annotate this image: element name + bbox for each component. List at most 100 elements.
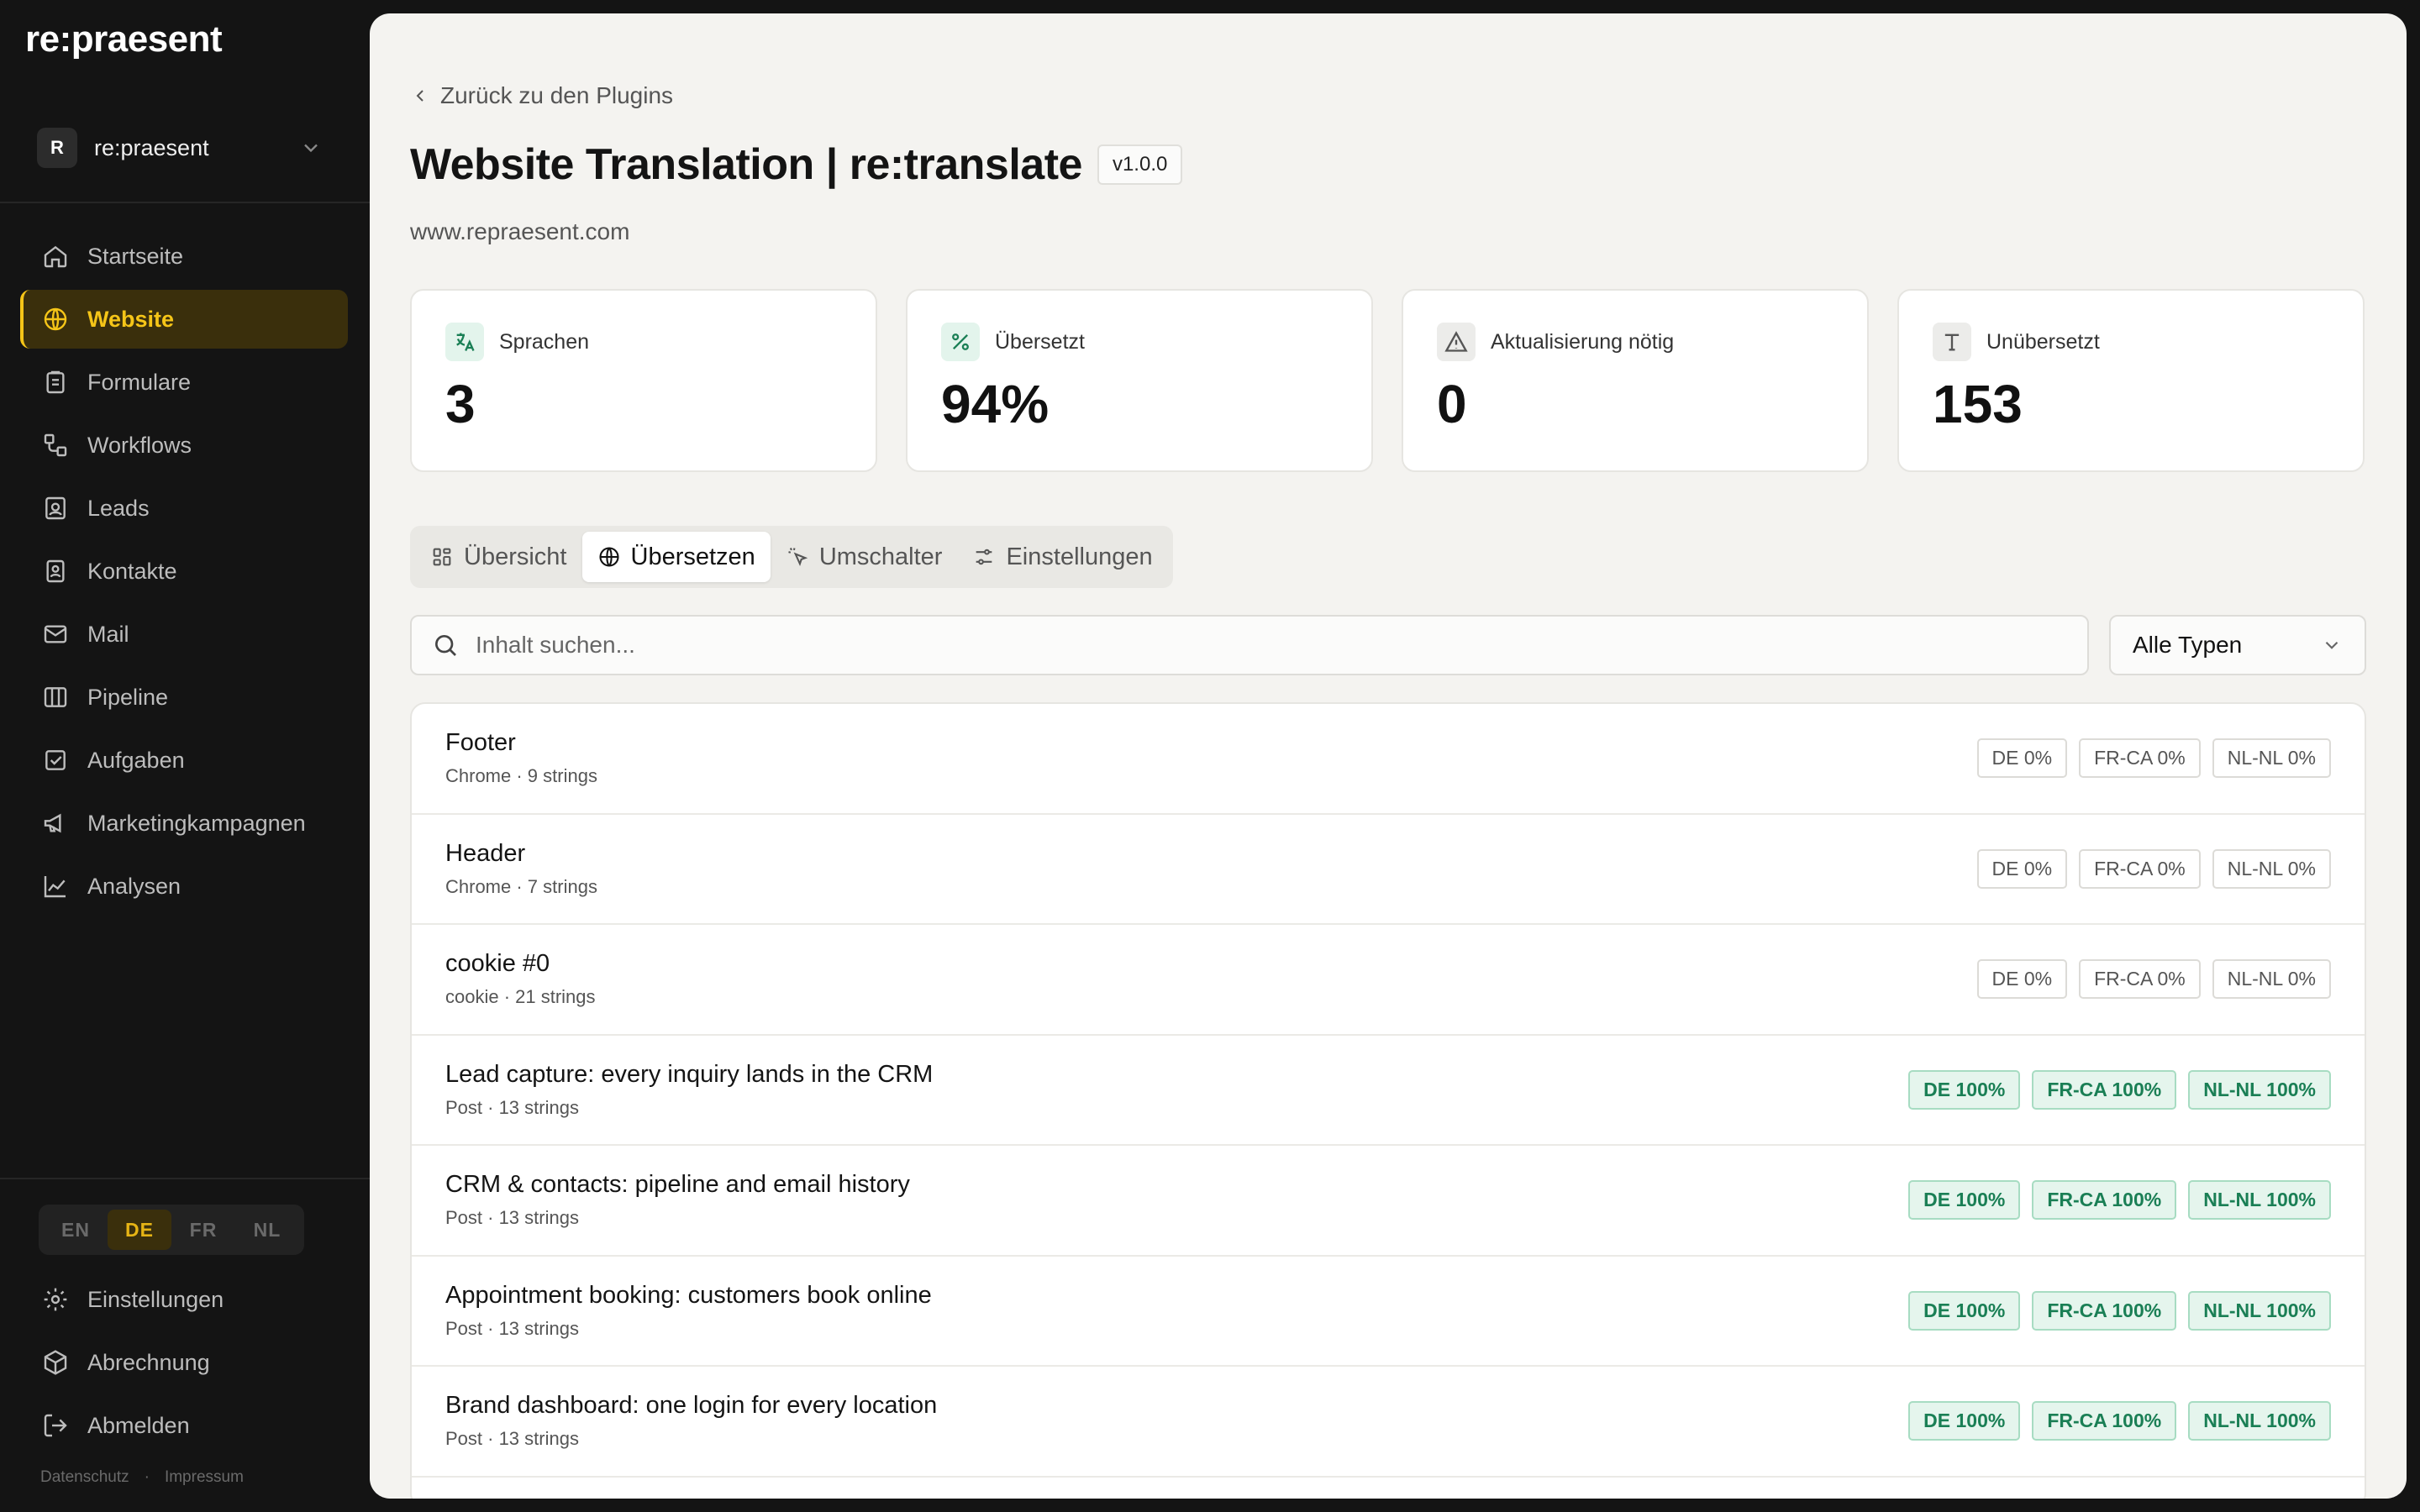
main-nav: Startseite Website Formulare Workflows L… [20, 227, 348, 920]
language-badges: DE 100% FR-CA 100% NL-NL 100% [1908, 1069, 2331, 1110]
legal-links: Datenschutz · Impressum [40, 1468, 244, 1487]
search-icon [435, 635, 456, 656]
nav-item-workflows[interactable]: Workflows [20, 416, 348, 475]
workspace-switcher[interactable]: R re:praesent [20, 118, 339, 178]
nav-label: Pipeline [87, 684, 169, 710]
list-item-meta: Chrome · 9 strings [445, 765, 597, 787]
nav-item-mail[interactable]: Mail [20, 605, 348, 664]
nav-item-kontakte[interactable]: Kontakte [20, 542, 348, 601]
list-item[interactable]: Lead capture: every inquiry lands in the… [412, 1036, 2365, 1146]
globe-icon [598, 547, 619, 567]
language-progress-badge: NL-NL 0% [2212, 959, 2331, 1000]
list-item-meta: cookie · 21 strings [445, 986, 596, 1008]
nav-label: Website [87, 306, 175, 332]
tab-uebersicht[interactable]: Übersicht [415, 532, 582, 582]
divider [0, 202, 370, 203]
grid-icon [433, 548, 451, 566]
nav-label: Marketingkampagnen [87, 810, 306, 836]
lang-fr-button[interactable]: FR [171, 1210, 235, 1250]
nav-item-startseite[interactable]: Startseite [20, 227, 348, 286]
language-progress-badge: FR-CA 0% [2079, 959, 2201, 1000]
home-icon [44, 245, 67, 268]
tab-label: Umschalter [818, 543, 943, 570]
translate-icon [445, 323, 484, 361]
stat-card-aktualisierung: Aktualisierung nötig 0 [1402, 289, 1869, 472]
language-progress-badge: NL-NL 100% [2188, 1180, 2331, 1221]
language-badges: DE 0% FR-CA 0% NL-NL 0% [1976, 738, 2331, 779]
nav-label: Startseite [87, 243, 184, 269]
search-input[interactable] [476, 632, 2067, 659]
list-item[interactable]: Footer Chrome · 9 strings DE 0% FR-CA 0% NL-… [412, 704, 2365, 815]
language-badges: DE 100% FR-CA 100% NL-NL 100% [1908, 1180, 2331, 1221]
brand-logo[interactable]: re:praesent [25, 18, 223, 60]
content-list: Footer Chrome · 9 strings DE 0% FR-CA 0% NL-… [410, 702, 2366, 1499]
nav-item-website[interactable]: Website [20, 290, 348, 349]
bottom-nav: Einstellungen Abrechnung Abmelden [20, 1270, 348, 1459]
nav-item-abrechnung[interactable]: Abrechnung [20, 1333, 348, 1392]
tab-bar: Übersicht Übersetzen Umschalter Einstell… [410, 526, 1173, 588]
contact-icon [46, 559, 65, 583]
logout-icon [44, 1414, 67, 1437]
list-item-text: Brand dashboard: one login for every loc… [445, 1392, 937, 1450]
list-item-title: Lead capture: every inquiry lands in the… [445, 1060, 934, 1088]
globe-icon [44, 307, 67, 331]
lang-de-button[interactable]: DE [108, 1210, 171, 1250]
lang-nl-button[interactable]: NL [235, 1210, 299, 1250]
percent-icon [941, 323, 980, 361]
back-to-plugins-link[interactable]: Zurück zu den Plugins [410, 82, 673, 109]
list-item-text: Footer Chrome · 9 strings [445, 729, 597, 787]
lead-icon [45, 496, 66, 520]
language-progress-badge: NL-NL 100% [2188, 1069, 2331, 1110]
list-item-title: cookie #0 [445, 950, 550, 978]
nav-label: Leads [87, 495, 150, 521]
separator: · [144, 1468, 150, 1486]
box-icon [44, 1350, 67, 1375]
language-progress-badge: FR-CA 100% [2032, 1401, 2177, 1441]
nav-item-marketingkampagnen[interactable]: Marketingkampagnen [20, 794, 348, 853]
language-progress-badge: FR-CA 100% [2032, 1290, 2177, 1331]
lang-en-button[interactable]: EN [44, 1210, 108, 1250]
language-progress-badge: DE 0% [1976, 738, 2068, 779]
chevron-left-icon [416, 90, 424, 102]
logout-button[interactable]: Abmelden [20, 1396, 348, 1455]
tab-uebersetzen[interactable]: Übersetzen [581, 532, 771, 582]
tab-umschalter[interactable]: Umschalter [771, 532, 958, 582]
title-row: Website Translation | re:translate v1.0.… [410, 139, 1183, 190]
nav-item-einstellungen[interactable]: Einstellungen [20, 1270, 348, 1329]
language-badges: DE 100% FR-CA 100% NL-NL 100% [1908, 1401, 2331, 1441]
list-item[interactable]: Header Chrome · 7 strings DE 0% FR-CA 0% NL-… [412, 815, 2365, 925]
language-progress-badge: DE 100% [1908, 1069, 2021, 1110]
type-filter-value: Alle Typen [2133, 632, 2243, 658]
stat-card-uebersetzt: Übersetzt 94% [906, 289, 1373, 472]
list-item-title: CRM & contacts: pipeline and email histo… [445, 1171, 910, 1199]
nav-item-analysen[interactable]: Analysen [20, 857, 348, 916]
gear-icon [44, 1288, 67, 1311]
language-badges: DE 0% FR-CA 0% NL-NL 0% [1976, 848, 2331, 889]
nav-item-aufgaben[interactable]: Aufgaben [20, 731, 348, 790]
language-progress-badge: DE 100% [1908, 1180, 2021, 1221]
megaphone-icon [44, 813, 61, 833]
nav-item-pipeline[interactable]: Pipeline [20, 668, 348, 727]
list-item[interactable]: Brand dashboard: one login for every loc… [412, 1367, 2365, 1478]
tab-einstellungen[interactable]: Einstellungen [957, 532, 1167, 582]
list-item-text: CRM & contacts: pipeline and email histo… [445, 1171, 910, 1229]
tab-label: Übersicht [464, 543, 567, 570]
search-field [410, 615, 2089, 675]
chevron-down-icon [2325, 641, 2338, 649]
list-item-text: Header Chrome · 7 strings [445, 840, 597, 898]
list-item-meta: Chrome · 7 strings [445, 875, 597, 897]
nav-label: Abrechnung [87, 1349, 210, 1375]
language-progress-badge: DE 0% [1976, 959, 2068, 1000]
stat-card-unuebersetzt: Unübersetzt 153 [1897, 289, 2365, 472]
clipboard-icon [46, 370, 65, 394]
imprint-link[interactable]: Impressum [165, 1468, 244, 1487]
privacy-link[interactable]: Datenschutz [40, 1468, 129, 1487]
list-item[interactable]: Appointment booking: customers book onli… [412, 1257, 2365, 1367]
stats-row: Sprachen 3 Übersetzt 94% Aktualisierung … [410, 289, 2365, 472]
type-filter-select[interactable]: Alle Typen [2109, 615, 2366, 675]
stat-value: 0 [1437, 374, 1467, 434]
list-item[interactable]: CRM & contacts: pipeline and email histo… [412, 1146, 2365, 1257]
list-item[interactable]: cookie #0 cookie · 21 strings DE 0% FR-CA 0… [412, 925, 2365, 1036]
nav-item-leads[interactable]: Leads [20, 479, 348, 538]
nav-item-formulare[interactable]: Formulare [20, 353, 348, 412]
